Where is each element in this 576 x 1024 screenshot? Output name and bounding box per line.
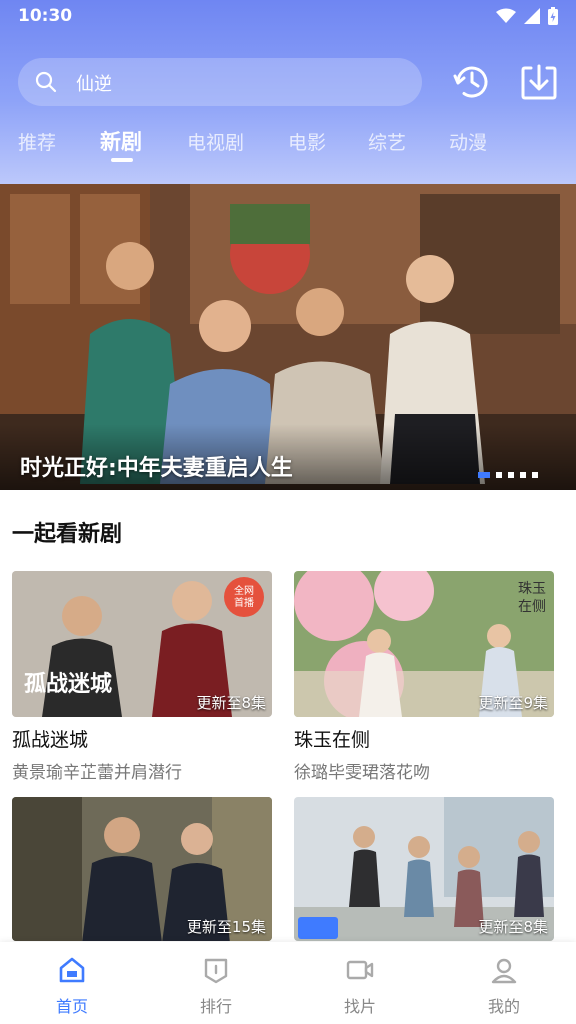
pagination-dot-active (478, 472, 490, 478)
home-icon (59, 957, 85, 983)
pagination-dot (496, 472, 502, 478)
tab-new-dramas[interactable]: 新剧 (100, 126, 142, 156)
episode-badge: 更新至9集 (478, 694, 548, 712)
drama-poster: 珠玉 在侧 更新至9集 (294, 571, 554, 717)
drama-card[interactable]: 更新至15集 (12, 797, 272, 941)
ranking-icon (204, 958, 228, 984)
tab-variety[interactable]: 综艺 (368, 128, 406, 155)
bottom-navigation: 首页 排行 找片 我的 (0, 942, 576, 1024)
video-camera-icon (346, 960, 374, 980)
pagination-dot (520, 472, 526, 478)
poster-title-art: 孤战迷城 (24, 671, 112, 697)
tab-movies[interactable]: 电影 (288, 128, 326, 155)
download-button[interactable] (517, 60, 561, 104)
active-tab-indicator (111, 158, 133, 162)
user-icon (491, 958, 517, 984)
poster-title-art-line1: 珠玉 (518, 581, 546, 597)
drama-card[interactable]: 全网 首播 孤战迷城 更新至8集 孤战迷城 黄景瑜辛芷蕾并肩潜行 (12, 571, 272, 783)
corner-tag-line1: 全网 (234, 584, 254, 597)
nav-home[interactable]: 首页 (0, 942, 144, 1024)
battery-icon (548, 7, 558, 25)
drama-title: 珠玉在侧 (294, 729, 371, 751)
banner-title: 时光正好:中年夫妻重启人生 (20, 456, 293, 481)
nav-profile-label: 我的 (487, 997, 520, 1016)
tab-recommend[interactable]: 推荐 (18, 128, 56, 155)
corner-tag-line2: 首播 (234, 596, 254, 609)
hero-banner[interactable]: 时光正好:中年夫妻重启人生 (0, 184, 576, 490)
nav-discover-label: 找片 (343, 997, 376, 1016)
drama-subtitle: 黄景瑜辛芷蕾并肩潜行 (12, 763, 182, 783)
episode-badge: 更新至8集 (478, 918, 548, 936)
poster-title-art-line2: 在侧 (518, 599, 546, 615)
app-header: 10:30 仙逆 推荐 新剧 电视剧 电影 综艺 动漫 (0, 0, 576, 184)
history-button[interactable] (450, 60, 494, 104)
drama-title: 孤战迷城 (12, 729, 89, 751)
history-icon (453, 66, 488, 98)
drama-card[interactable]: 珠玉 在侧 更新至9集 珠玉在侧 徐璐毕雯珺落花吻 (294, 571, 554, 783)
drama-subtitle: 徐璐毕雯珺落花吻 (294, 763, 430, 783)
nav-home-label: 首页 (55, 997, 88, 1016)
nav-profile[interactable]: 我的 (432, 942, 576, 1024)
wifi-icon (496, 8, 516, 23)
section-title: 一起看新剧 (12, 522, 123, 547)
pagination-dot (508, 472, 514, 478)
status-icons (496, 7, 558, 25)
banner-image (0, 184, 576, 490)
pagination-dot (532, 472, 538, 478)
nav-ranking[interactable]: 排行 (144, 942, 288, 1024)
category-tabs: 推荐 新剧 电视剧 电影 综艺 动漫 (0, 128, 576, 172)
search-input[interactable]: 仙逆 (18, 58, 422, 106)
search-query: 仙逆 (76, 74, 112, 95)
status-time: 10:30 (18, 6, 73, 26)
nav-discover[interactable]: 找片 (288, 942, 432, 1024)
drama-poster: 全网 首播 孤战迷城 更新至8集 (12, 571, 272, 717)
drama-card[interactable]: 更新至8集 (294, 797, 554, 941)
tab-anime[interactable]: 动漫 (449, 128, 487, 155)
search-icon (35, 71, 57, 93)
banner-pagination (478, 472, 538, 478)
download-icon (521, 64, 557, 100)
drama-poster: 更新至8集 (294, 797, 554, 941)
drama-poster: 更新至15集 (12, 797, 272, 941)
signal-icon (524, 8, 540, 24)
nav-ranking-label: 排行 (199, 997, 232, 1016)
episode-badge: 更新至15集 (186, 918, 266, 936)
status-bar: 10:30 (0, 0, 576, 34)
episode-badge: 更新至8集 (196, 694, 266, 712)
tab-tv-series[interactable]: 电视剧 (187, 128, 244, 155)
